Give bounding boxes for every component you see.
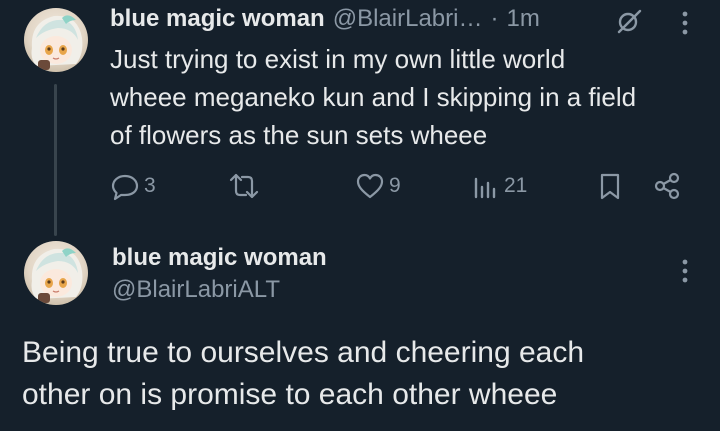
tweet-text-line: of flowers as the sun sets wheee xyxy=(110,120,488,150)
display-name[interactable]: blue magic woman xyxy=(112,242,327,274)
bookmark-icon xyxy=(600,173,620,200)
timestamp[interactable]: 1m xyxy=(506,5,539,33)
tweet-text-line: other on is promise to each other wheee xyxy=(22,378,558,411)
thread-line xyxy=(54,84,57,236)
avatar-image xyxy=(31,15,83,70)
handle[interactable]: @BlairLabriALT xyxy=(112,274,327,306)
tweet-header: blue magic woman @BlairLabriALT xyxy=(112,242,327,306)
analytics-icon xyxy=(474,177,496,199)
share-icon xyxy=(654,172,680,200)
tweet-text: Just trying to exist in my own little wo… xyxy=(110,40,710,154)
retweet-icon xyxy=(229,173,259,199)
bookmark-button[interactable] xyxy=(597,171,623,201)
tweet-text: Being true to ourselves and cheering eac… xyxy=(22,332,712,416)
tweet-text-line: wheee meganeko kun and I skipping in a f… xyxy=(110,82,637,112)
like-count: 9 xyxy=(389,174,401,197)
tweet-header: blue magic woman @BlairLabri… · 1m xyxy=(110,5,540,33)
avatar-image xyxy=(31,248,83,303)
avatar[interactable] xyxy=(24,241,88,305)
handle[interactable]: @BlairLabri… xyxy=(333,5,483,33)
retweet-button[interactable] xyxy=(228,171,260,201)
tweet-text-line: Being true to ourselves and cheering eac… xyxy=(22,336,585,369)
separator: · xyxy=(490,5,499,32)
more-vertical-icon[interactable] xyxy=(680,10,690,41)
share-button[interactable] xyxy=(652,171,682,201)
like-button[interactable]: 9 xyxy=(355,171,401,201)
grok-icon[interactable] xyxy=(615,7,643,40)
reply-count: 3 xyxy=(144,174,156,197)
display-name[interactable]: blue magic woman xyxy=(110,5,325,33)
views-count: 21 xyxy=(504,174,528,197)
views-button[interactable]: 21 xyxy=(472,171,527,201)
tweet-text-line: Just trying to exist in my own little wo… xyxy=(110,44,566,74)
reply-button[interactable]: 3 xyxy=(110,171,156,201)
avatar[interactable] xyxy=(24,8,88,72)
more-vertical-icon[interactable] xyxy=(680,258,690,289)
reply-icon xyxy=(111,174,139,201)
heart-icon xyxy=(356,173,384,199)
